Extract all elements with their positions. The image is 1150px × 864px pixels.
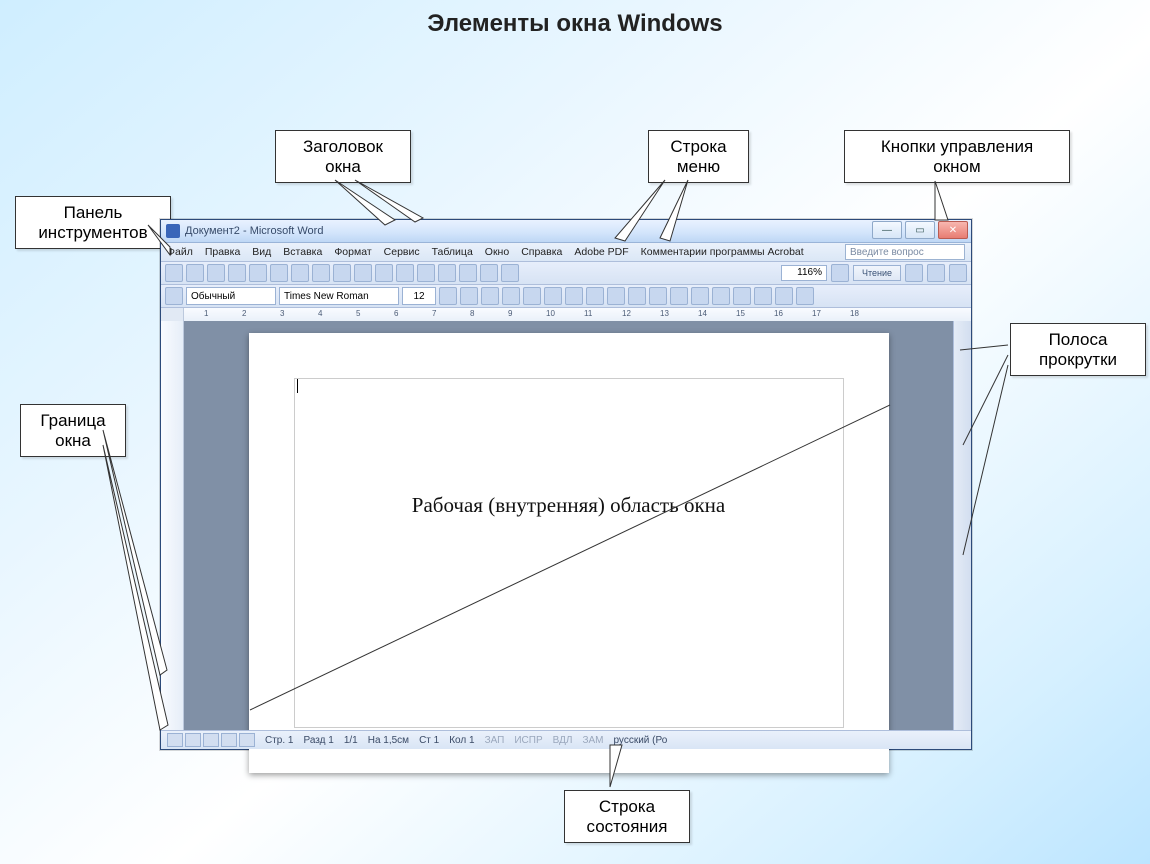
callout-scrollbar: Полосапрокрутки xyxy=(1010,323,1146,376)
paste-icon[interactable] xyxy=(333,264,351,282)
view-web-icon[interactable] xyxy=(185,733,201,747)
document-text: Рабочая (внутренняя) область окна xyxy=(249,493,889,518)
new-icon[interactable] xyxy=(165,264,183,282)
map-icon[interactable] xyxy=(480,264,498,282)
bold-icon[interactable] xyxy=(439,287,457,305)
callout-toolbar: Панельинструментов xyxy=(15,196,171,249)
spell-icon[interactable] xyxy=(270,264,288,282)
italic-icon[interactable] xyxy=(460,287,478,305)
numbering-icon[interactable] xyxy=(607,287,625,305)
work-area: Рабочая (внутренняя) область окна xyxy=(161,321,971,731)
undo-icon[interactable] xyxy=(354,264,372,282)
status-rec: ЗАП xyxy=(485,735,505,746)
menu-item[interactable]: Сервис xyxy=(384,246,420,258)
align-right-icon[interactable] xyxy=(544,287,562,305)
show-icon[interactable] xyxy=(501,264,519,282)
menu-item[interactable]: Справка xyxy=(521,246,562,258)
view-outline-icon[interactable] xyxy=(221,733,237,747)
save-icon[interactable] xyxy=(207,264,225,282)
menu-item[interactable]: Файл xyxy=(167,246,193,258)
copy-icon[interactable] xyxy=(312,264,330,282)
status-page: Стр. 1 xyxy=(265,735,293,746)
callout-window-buttons: Кнопки управленияокном xyxy=(844,130,1070,183)
open-icon[interactable] xyxy=(186,264,204,282)
view-normal-icon[interactable] xyxy=(167,733,183,747)
status-ovr: ЗАМ xyxy=(582,735,603,746)
menu-item[interactable]: Правка xyxy=(205,246,240,258)
vertical-ruler[interactable] xyxy=(161,321,184,731)
outdent-icon[interactable] xyxy=(649,287,667,305)
status-pages: 1/1 xyxy=(344,735,358,746)
title-text: Документ2 - Microsoft Word xyxy=(185,225,323,237)
sup-icon[interactable] xyxy=(754,287,772,305)
read-button[interactable]: Чтение xyxy=(853,265,901,281)
title-bar[interactable]: Документ2 - Microsoft Word — ▭ ✕ xyxy=(161,220,971,243)
sub-icon[interactable] xyxy=(775,287,793,305)
indent-icon[interactable] xyxy=(670,287,688,305)
print-icon[interactable] xyxy=(228,264,246,282)
document-canvas[interactable]: Рабочая (внутренняя) область окна xyxy=(184,321,953,731)
menu-item[interactable]: Вид xyxy=(252,246,271,258)
align-justify-icon[interactable] xyxy=(565,287,583,305)
style-combo[interactable]: Обычный xyxy=(186,287,276,305)
page-title: Элементы окна Windows xyxy=(0,10,1150,38)
align-center-icon[interactable] xyxy=(523,287,541,305)
vertical-scrollbar[interactable] xyxy=(953,321,971,731)
cut-icon[interactable] xyxy=(291,264,309,282)
formatting-toolbar[interactable]: Обычный Times New Roman 12 xyxy=(161,285,971,308)
app-icon xyxy=(166,224,180,238)
status-ext: ВДЛ xyxy=(553,735,573,746)
text-cursor xyxy=(297,379,298,393)
drawing-icon[interactable] xyxy=(459,264,477,282)
status-lang: русский (Ро xyxy=(613,735,667,746)
font-combo[interactable]: Times New Roman xyxy=(279,287,399,305)
menu-item[interactable]: Adobe PDF xyxy=(574,246,628,258)
menu-item[interactable]: Комментарии программы Acrobat xyxy=(641,246,804,258)
view-print-icon[interactable] xyxy=(203,733,219,747)
menu-bar[interactable]: Файл Правка Вид Вставка Формат Сервис Та… xyxy=(161,243,971,262)
pdf2-icon[interactable] xyxy=(927,264,945,282)
lang-icon[interactable] xyxy=(796,287,814,305)
callout-border: Границаокна xyxy=(20,404,126,457)
close-button[interactable]: ✕ xyxy=(938,221,968,239)
minimize-button[interactable]: — xyxy=(872,221,902,239)
app-window: Документ2 - Microsoft Word — ▭ ✕ Файл Пр… xyxy=(160,219,972,750)
pdf-icon[interactable] xyxy=(905,264,923,282)
line-spacing-icon[interactable] xyxy=(586,287,604,305)
status-bar: Стр. 1 Разд 1 1/1 На 1,5см Ст 1 Кол 1 ЗА… xyxy=(161,730,971,749)
view-reading-icon[interactable] xyxy=(239,733,255,747)
help-icon[interactable] xyxy=(831,264,849,282)
menu-item[interactable]: Вставка xyxy=(283,246,322,258)
status-pos: На 1,5см xyxy=(368,735,409,746)
ask-question-input[interactable]: Введите вопрос xyxy=(845,244,965,260)
preview-icon[interactable] xyxy=(249,264,267,282)
callout-title-bar: Заголовококна xyxy=(275,130,411,183)
menu-item[interactable]: Окно xyxy=(485,246,509,258)
maximize-button[interactable]: ▭ xyxy=(905,221,935,239)
status-col: Кол 1 xyxy=(449,735,474,746)
status-line: Ст 1 xyxy=(419,735,439,746)
highlight-icon[interactable] xyxy=(712,287,730,305)
redo-icon[interactable] xyxy=(375,264,393,282)
size-combo[interactable]: 12 xyxy=(402,287,436,305)
zoom-combo[interactable]: 116% xyxy=(781,265,827,281)
bullets-icon[interactable] xyxy=(628,287,646,305)
columns-icon[interactable] xyxy=(438,264,456,282)
standard-toolbar[interactable]: 116% Чтение xyxy=(161,262,971,285)
callout-menu-bar: Строкаменю xyxy=(648,130,749,183)
font-color-icon[interactable] xyxy=(733,287,751,305)
menu-item[interactable]: Таблица xyxy=(432,246,473,258)
borders-icon[interactable] xyxy=(691,287,709,305)
underline-icon[interactable] xyxy=(481,287,499,305)
document-page[interactable]: Рабочая (внутренняя) область окна xyxy=(249,333,889,773)
table-icon[interactable] xyxy=(417,264,435,282)
menu-item[interactable]: Формат xyxy=(334,246,371,258)
align-left-icon[interactable] xyxy=(502,287,520,305)
style-icon[interactable] xyxy=(165,287,183,305)
status-trk: ИСПР xyxy=(514,735,542,746)
callout-statusbar: Строкасостояния xyxy=(564,790,690,843)
pdf3-icon[interactable] xyxy=(949,264,967,282)
link-icon[interactable] xyxy=(396,264,414,282)
status-section: Разд 1 xyxy=(303,735,333,746)
